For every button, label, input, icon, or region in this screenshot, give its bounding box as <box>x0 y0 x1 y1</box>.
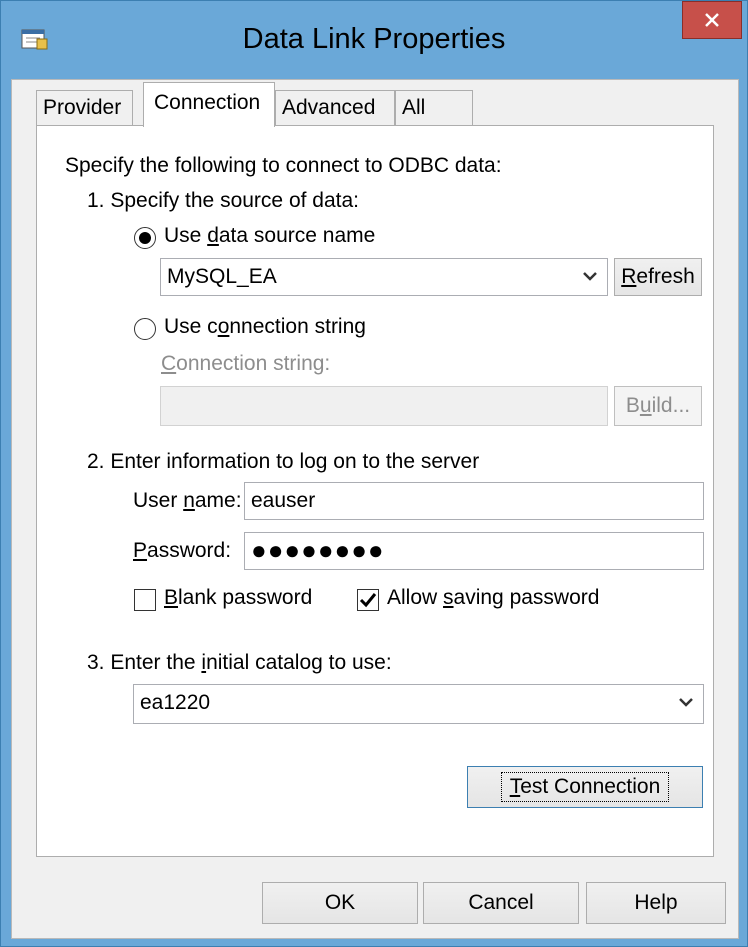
connection-string-input[interactable] <box>160 386 608 426</box>
ok-button[interactable]: OK <box>262 882 418 924</box>
intro-text: Specify the following to connect to ODBC… <box>65 154 502 177</box>
connection-panel: Specify the following to connect to ODBC… <box>36 125 714 857</box>
blank-password-checkbox[interactable] <box>134 589 156 611</box>
step1-heading: 1. Specify the source of data: <box>87 189 359 212</box>
step3-heading: 3. Enter the initial catalog to use: <box>87 651 392 674</box>
title-bar[interactable]: Data Link Properties <box>1 1 747 79</box>
chevron-down-icon[interactable] <box>581 269 599 283</box>
dsn-combobox[interactable]: MySQL_EA <box>160 258 608 296</box>
tab-provider[interactable]: Provider <box>36 90 133 125</box>
cancel-button[interactable]: Cancel <box>423 882 579 924</box>
use-dsn-label[interactable]: Use data source name <box>164 224 375 248</box>
close-button[interactable] <box>682 1 742 39</box>
blank-password-label[interactable]: Blank password <box>164 586 312 610</box>
password-label: Password: <box>133 539 232 562</box>
refresh-button[interactable]: Refresh <box>614 258 702 296</box>
test-connection-button[interactable]: Test Connection <box>467 766 703 808</box>
dialog-client-area: Provider Connection Advanced All Specify… <box>11 79 739 939</box>
tab-all[interactable]: All <box>395 90 473 125</box>
allow-saving-password-checkbox[interactable] <box>357 589 379 611</box>
checkmark-icon <box>359 593 377 608</box>
username-label: User name: <box>133 489 242 512</box>
data-link-properties-window: Data Link Properties Provider Connection… <box>0 0 748 947</box>
connection-string-label: Connection string: <box>161 352 331 375</box>
dsn-value: MySQL_EA <box>167 265 277 288</box>
window-title: Data Link Properties <box>242 23 506 55</box>
use-dsn-radio[interactable] <box>134 227 156 249</box>
tab-connection[interactable]: Connection <box>143 82 275 127</box>
chevron-down-icon[interactable] <box>677 695 695 709</box>
close-icon <box>705 13 719 27</box>
username-input[interactable]: eauser <box>244 482 704 520</box>
help-button[interactable]: Help <box>586 882 726 924</box>
allow-saving-password-label[interactable]: Allow saving password <box>387 586 599 610</box>
initial-catalog-combobox[interactable]: ea1220 <box>133 684 704 724</box>
use-connection-string-radio[interactable] <box>134 318 156 340</box>
use-connection-string-label[interactable]: Use connection string <box>164 315 366 339</box>
tab-advanced[interactable]: Advanced <box>275 90 395 125</box>
step2-heading: 2. Enter information to log on to the se… <box>87 450 480 473</box>
password-input[interactable]: ●●●●●●●● <box>244 532 704 570</box>
build-button[interactable]: Bu ild... <box>614 386 702 426</box>
